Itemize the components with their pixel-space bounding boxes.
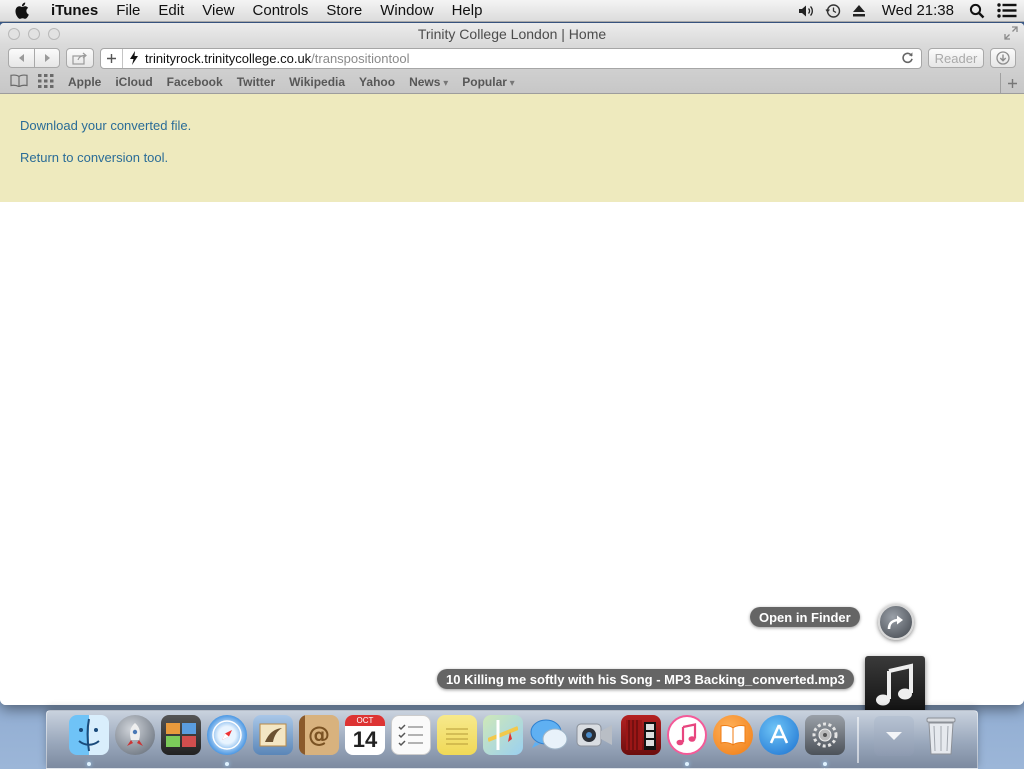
menu-controls[interactable]: Controls — [244, 0, 318, 22]
add-bookmark-icon[interactable] — [101, 48, 123, 68]
download-converted-file-link[interactable]: Download your converted file. — [20, 118, 1004, 133]
history-navigation — [8, 48, 60, 68]
itunes-running-indicator — [685, 762, 689, 766]
page-content: Download your converted file. Return to … — [0, 94, 1024, 705]
mouse-pointer-icon — [823, 762, 830, 769]
trash-icon[interactable] — [921, 715, 961, 755]
mail-icon[interactable] — [253, 715, 293, 755]
app-store-icon[interactable] — [759, 715, 799, 755]
maps-icon[interactable] — [483, 715, 523, 755]
bookmark-popular[interactable]: Popular — [462, 75, 514, 89]
menu-app-name[interactable]: iTunes — [42, 0, 107, 22]
share-button[interactable] — [66, 48, 94, 68]
close-window-button[interactable] — [8, 28, 20, 40]
downloads-stack-icon[interactable] — [874, 716, 914, 756]
eject-icon[interactable] — [846, 0, 872, 22]
svg-text:@: @ — [308, 723, 330, 748]
finder-running-indicator — [87, 762, 91, 766]
site-favicon-icon — [123, 51, 145, 65]
safari-running-indicator — [225, 762, 229, 766]
browser-window: Trinity College London | Home trinityroc… — [0, 23, 1024, 705]
menu-store[interactable]: Store — [317, 0, 371, 22]
minimize-window-button[interactable] — [28, 28, 40, 40]
bookmark-wikipedia[interactable]: Wikipedia — [289, 75, 345, 89]
safari-icon[interactable] — [207, 715, 247, 755]
ibooks-icon[interactable] — [713, 715, 753, 755]
back-button[interactable] — [8, 48, 34, 68]
calendar-day: 14 — [352, 727, 378, 752]
time-machine-icon[interactable] — [820, 0, 846, 22]
menu-file[interactable]: File — [107, 0, 149, 22]
menu-view[interactable]: View — [193, 0, 243, 22]
bookmark-facebook[interactable]: Facebook — [167, 75, 223, 89]
photo-booth-icon[interactable] — [621, 715, 661, 755]
messages-icon[interactable] — [529, 715, 569, 755]
forward-button[interactable] — [34, 48, 60, 68]
system-preferences-icon[interactable] — [805, 715, 845, 755]
address-bar[interactable]: trinityrock.trinitycollege.co.uk/transpo… — [100, 47, 922, 69]
launchpad-icon[interactable] — [115, 715, 155, 755]
menu-window[interactable]: Window — [371, 0, 442, 22]
top-sites-icon[interactable] — [38, 73, 54, 91]
menu-help[interactable]: Help — [443, 0, 492, 22]
window-title: Trinity College London | Home — [417, 26, 607, 42]
bookmark-twitter[interactable]: Twitter — [237, 75, 275, 89]
apple-menu-icon[interactable] — [0, 0, 42, 22]
bookmarks-bar: Apple iCloud Facebook Twitter Wikipedia … — [0, 71, 1024, 94]
image-capture-icon[interactable] — [161, 715, 201, 755]
url-path: /transpositiontool — [311, 50, 410, 66]
new-tab-button[interactable] — [1000, 73, 1024, 93]
notification-center-icon[interactable] — [990, 0, 1024, 22]
bookmark-apple[interactable]: Apple — [68, 75, 101, 89]
plus-icon — [1008, 78, 1017, 88]
bookmark-news[interactable]: News — [409, 75, 448, 89]
notes-icon[interactable] — [437, 715, 477, 755]
open-in-finder-label[interactable]: Open in Finder — [750, 607, 860, 627]
menu-bar: iTunes File Edit View Controls Store Win… — [0, 0, 1024, 22]
back-arrow-icon — [18, 54, 24, 62]
calendar-month: OCT — [345, 715, 385, 726]
open-in-finder-icon[interactable] — [878, 604, 914, 640]
finder-icon[interactable] — [69, 715, 109, 755]
share-icon — [72, 52, 87, 65]
dock-divider — [857, 717, 859, 763]
music-file-icon[interactable] — [865, 656, 925, 716]
dock: @ OCT 14 — [46, 710, 978, 769]
reload-icon[interactable] — [901, 51, 915, 65]
downloaded-file-label[interactable]: 10 Killing me softly with his Song - MP3… — [437, 669, 854, 689]
url-host: trinityrock.trinitycollege.co.uk — [145, 50, 312, 66]
itunes-icon[interactable] — [667, 715, 707, 755]
menu-edit[interactable]: Edit — [149, 0, 193, 22]
bookmark-yahoo[interactable]: Yahoo — [359, 75, 395, 89]
fullscreen-icon[interactable] — [1004, 26, 1018, 40]
reading-list-icon[interactable] — [10, 74, 28, 90]
downloads-button[interactable] — [990, 48, 1016, 68]
calendar-icon[interactable]: OCT 14 — [345, 715, 385, 755]
window-titlebar: Trinity College London | Home — [0, 23, 1024, 45]
reminders-icon[interactable] — [391, 715, 431, 755]
contacts-icon[interactable]: @ — [299, 715, 339, 755]
facetime-icon[interactable] — [575, 715, 615, 755]
download-icon — [996, 51, 1010, 65]
window-controls — [8, 28, 60, 40]
bookmark-icloud[interactable]: iCloud — [115, 75, 152, 89]
conversion-result-banner: Download your converted file. Return to … — [0, 94, 1024, 202]
forward-arrow-icon — [45, 54, 50, 62]
spotlight-icon[interactable] — [964, 0, 990, 22]
reader-button[interactable]: Reader — [928, 48, 984, 68]
browser-toolbar: trinityrock.trinitycollege.co.uk/transpo… — [0, 45, 1024, 71]
menu-clock[interactable]: Wed 21:38 — [872, 2, 964, 19]
volume-icon[interactable] — [794, 0, 820, 22]
zoom-window-button[interactable] — [48, 28, 60, 40]
return-to-conversion-tool-link[interactable]: Return to conversion tool. — [20, 150, 1004, 165]
